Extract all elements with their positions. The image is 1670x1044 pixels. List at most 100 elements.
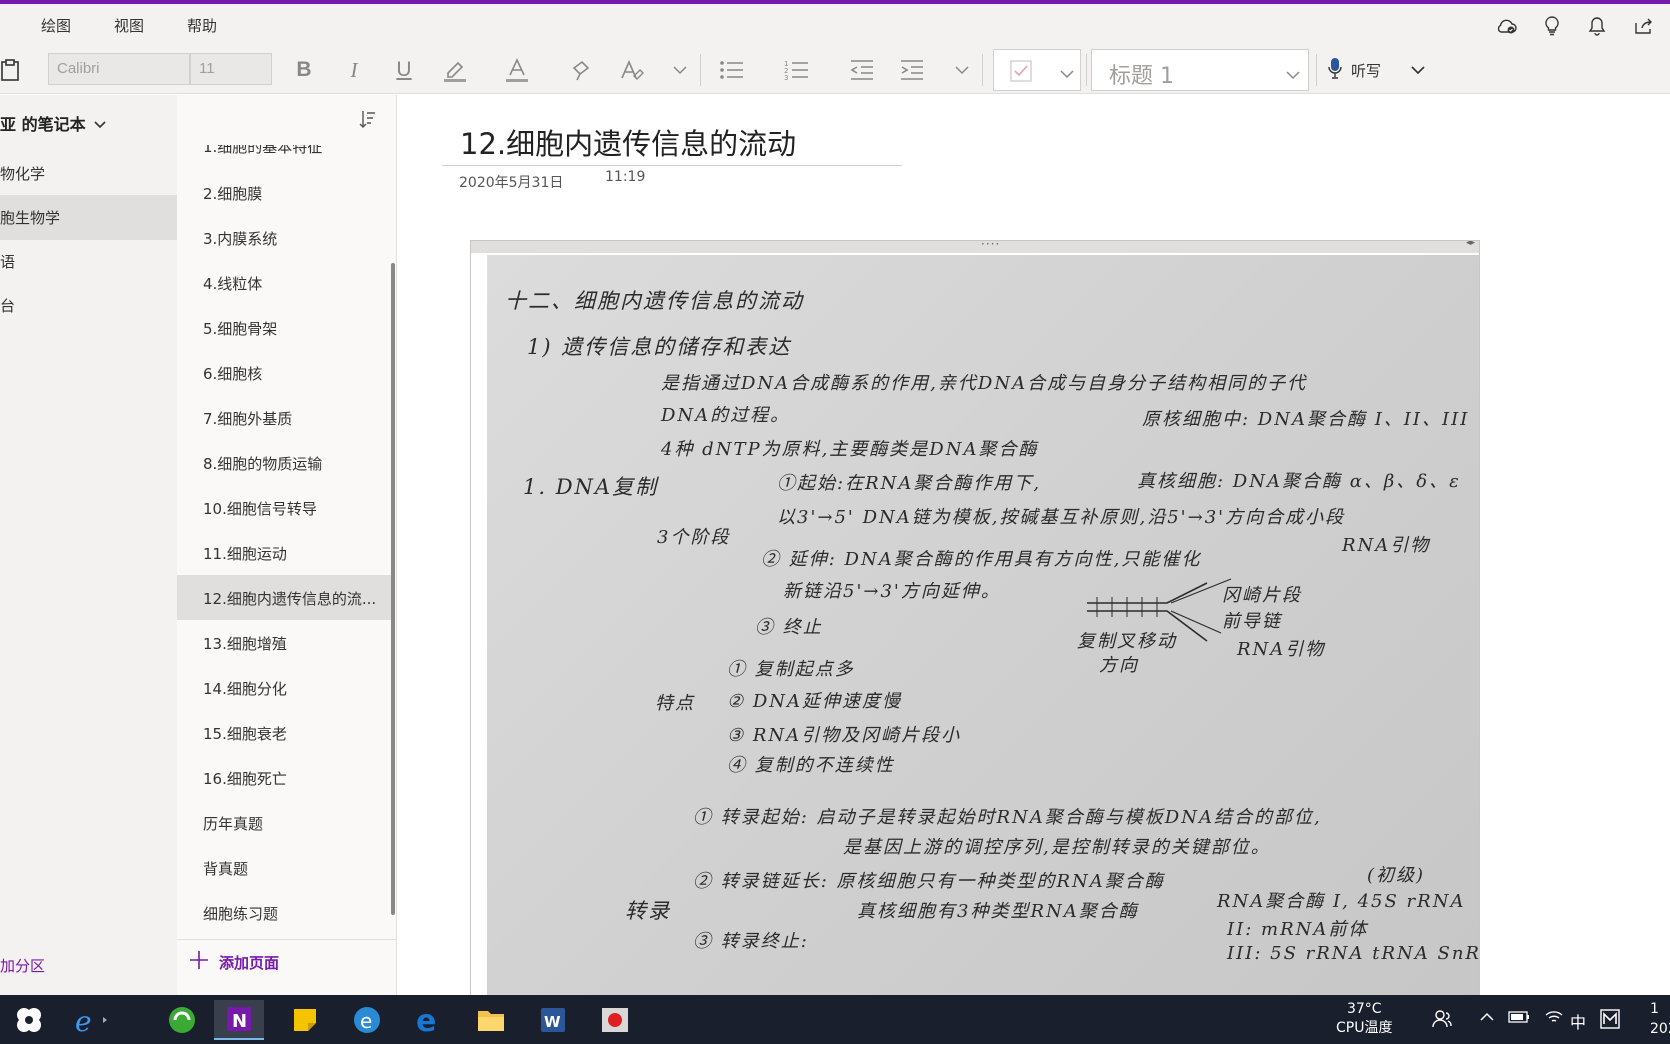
- italic-icon[interactable]: I: [340, 56, 368, 84]
- hw-line: ② DNA延伸速度慢: [727, 691, 903, 712]
- sort-icon[interactable]: [357, 109, 377, 133]
- cpu-temp-value: 37°C: [1346, 1001, 1382, 1017]
- sticky-notes-icon[interactable]: [280, 1000, 330, 1040]
- ie-alt-icon[interactable]: e: [342, 1000, 392, 1040]
- page-item[interactable]: 14.细胞分化: [177, 665, 395, 710]
- bold-icon[interactable]: B: [290, 56, 318, 84]
- font-color-icon[interactable]: [502, 56, 532, 84]
- underline-icon[interactable]: U: [390, 56, 418, 84]
- page-item[interactable]: 4.线粒体: [177, 260, 395, 305]
- font-name-input[interactable]: Calibri: [48, 53, 190, 85]
- svg-text:e: e: [416, 1005, 436, 1035]
- page-item-selected[interactable]: 12.细胞内遗传信息的流...: [177, 575, 395, 620]
- clear-formatting-icon[interactable]: [618, 56, 646, 84]
- decrease-indent-icon[interactable]: [848, 56, 876, 84]
- people-icon[interactable]: [1432, 1009, 1452, 1033]
- add-section-button[interactable]: 加分区: [0, 955, 45, 976]
- share-icon[interactable]: [1632, 14, 1656, 38]
- paragraph-style-selector[interactable]: 标题 1: [1091, 49, 1309, 91]
- svg-text:N: N: [232, 1011, 247, 1032]
- section-item-selected[interactable]: 胞生物学: [0, 195, 177, 240]
- browser-app-icon[interactable]: [157, 1000, 207, 1040]
- hw-line: ③ 转录终止:: [693, 931, 809, 952]
- start-app-icon[interactable]: [4, 1000, 54, 1040]
- battery-icon[interactable]: [1508, 1009, 1530, 1028]
- section-item[interactable]: 台: [0, 283, 177, 328]
- page-item[interactable]: 3.内膜系统: [177, 215, 395, 260]
- section-item[interactable]: 语: [0, 239, 177, 284]
- numbered-list-icon[interactable]: 123: [783, 56, 811, 84]
- tag-selector[interactable]: [993, 49, 1081, 91]
- hw-line: ①起始:在RNA聚合酶作用下,: [777, 473, 1042, 494]
- page-item[interactable]: 10.细胞信号转导: [177, 485, 395, 530]
- page-item[interactable]: 细胞练习题: [177, 890, 395, 935]
- tab-help[interactable]: 帮助: [187, 15, 217, 36]
- edge-icon[interactable]: e: [404, 1000, 454, 1040]
- file-explorer-icon[interactable]: [466, 1000, 516, 1040]
- page-item[interactable]: 11.细胞运动: [177, 530, 395, 575]
- page-item[interactable]: 15.细胞衰老: [177, 710, 395, 755]
- dictate-button[interactable]: 听写: [1327, 56, 1425, 84]
- drag-handle-icon[interactable]: ····: [981, 241, 1000, 251]
- internet-explorer-icon[interactable]: e: [68, 1000, 118, 1040]
- page-item[interactable]: 历年真题: [177, 800, 395, 845]
- add-page-button[interactable]: 添加页面: [189, 950, 279, 974]
- page-item[interactable]: 8.细胞的物质运输: [177, 440, 395, 485]
- image-resize-bar[interactable]: ···· ◂▸: [471, 241, 1479, 253]
- clock-date: 202: [1650, 1021, 1670, 1037]
- wifi-icon[interactable]: [1544, 1009, 1564, 1029]
- pages-divider: [177, 939, 397, 940]
- lightbulb-icon[interactable]: [1540, 14, 1564, 38]
- page-item[interactable]: 5.细胞骨架: [177, 305, 395, 350]
- ime-indicator[interactable]: 中: [1570, 1009, 1586, 1033]
- page-item[interactable]: 16.细胞死亡: [177, 755, 395, 800]
- chevron-up-icon[interactable]: [1480, 1009, 1494, 1028]
- system-clock[interactable]: 1 202: [1650, 999, 1670, 1039]
- page-item-partial[interactable]: 1.细胞的基本特征: [203, 145, 383, 157]
- increase-indent-icon[interactable]: [898, 56, 926, 84]
- page-item[interactable]: 背真题: [177, 845, 395, 890]
- ribbon-toolbar: Calibri 11 B I U 123 标题 1 听写: [0, 46, 1670, 94]
- bullet-list-icon[interactable]: [718, 56, 746, 84]
- page-item[interactable]: 2.细胞膜: [177, 170, 395, 215]
- chevron-down-icon[interactable]: [952, 56, 972, 84]
- svg-text:W: W: [544, 1013, 561, 1031]
- notebook-selector[interactable]: 亚 的笔记本: [0, 111, 106, 135]
- cpu-temp-label: CPU温度: [1336, 1020, 1393, 1036]
- hw-heading: 十二、细胞内遗传信息的流动: [505, 289, 804, 313]
- screen-recorder-icon[interactable]: [590, 1000, 640, 1040]
- page-canvas[interactable]: 12.细胞内遗传信息的流动 2020年5月31日 11:19 ···· ◂▸ 十…: [398, 95, 1670, 1000]
- embedded-image[interactable]: ···· ◂▸ 十二、细胞内遗传信息的流动 1) 遗传信息的储存和表达 是指通过…: [470, 240, 1480, 1000]
- hw-line: 方向: [1099, 655, 1139, 676]
- page-title[interactable]: 12.细胞内遗传信息的流动: [460, 121, 796, 163]
- chevron-down-icon: [1286, 65, 1300, 84]
- word-app-icon[interactable]: W: [528, 1000, 578, 1040]
- ime-mode-icon[interactable]: [1600, 1009, 1620, 1033]
- highlight-icon[interactable]: [440, 56, 470, 84]
- cpu-temperature-widget[interactable]: 37°C CPU温度: [1336, 1000, 1392, 1038]
- sync-status-icon[interactable]: [1495, 14, 1519, 38]
- pages-scrollbar[interactable]: [391, 263, 395, 915]
- clipboard-icon[interactable]: [0, 56, 20, 84]
- hw-line: 真核细胞: DNA聚合酶 α、β、δ、ε: [1137, 471, 1461, 492]
- hw-line: 1. DNA复制: [523, 475, 659, 499]
- section-item[interactable]: 物化学: [0, 151, 177, 196]
- hw-line: ③ 终止: [755, 617, 823, 638]
- ribbon-tab-row: 绘图 视图 帮助: [0, 4, 1670, 46]
- chevron-down-icon[interactable]: [1411, 61, 1425, 79]
- format-painter-icon[interactable]: [568, 56, 596, 84]
- resize-arrows-icon[interactable]: ◂▸: [1466, 241, 1475, 248]
- tab-view[interactable]: 视图: [114, 15, 144, 36]
- page-item[interactable]: 13.细胞增殖: [177, 620, 395, 665]
- page-item[interactable]: 6.细胞核: [177, 350, 395, 395]
- bell-icon[interactable]: [1585, 14, 1609, 38]
- tab-draw[interactable]: 绘图: [41, 15, 71, 36]
- page-item[interactable]: 7.细胞外基质: [177, 395, 395, 440]
- hw-line: RNA聚合酶 I, 45S rRNA: [1217, 891, 1466, 912]
- plus-icon: [189, 950, 209, 974]
- font-size-input[interactable]: 11: [190, 53, 272, 85]
- chevron-down-icon[interactable]: [670, 56, 690, 84]
- onenote-app-icon[interactable]: N: [214, 1000, 264, 1040]
- hw-line: 特点: [655, 693, 695, 714]
- hw-line: ② 转录链延长: 原核细胞只有一种类型的RNA聚合酶: [693, 871, 1165, 892]
